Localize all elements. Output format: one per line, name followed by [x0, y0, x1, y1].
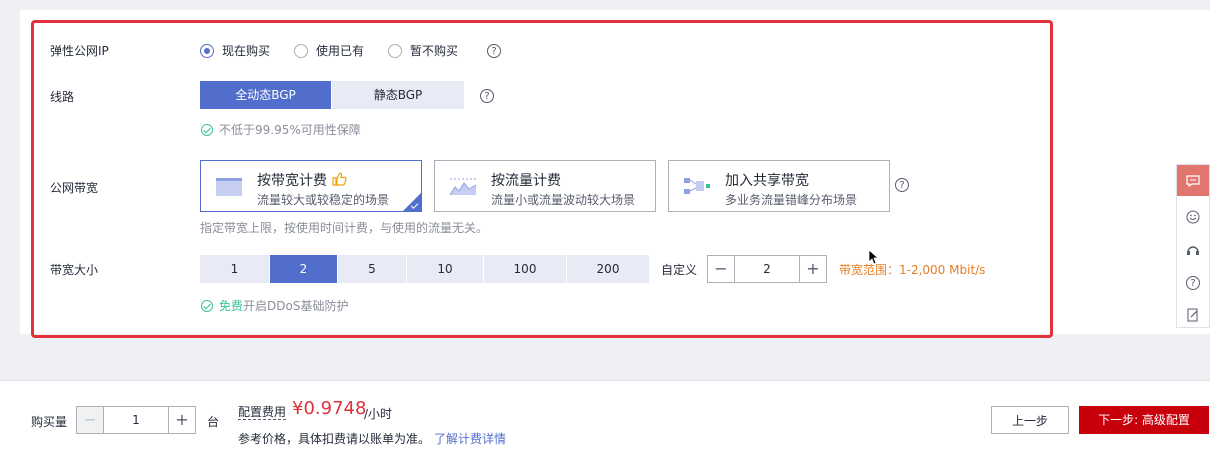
- bandwidth-size-label: 带宽大小: [50, 263, 99, 277]
- billing-card-title: 加入共享带宽: [725, 173, 809, 189]
- eip-option-use-existing[interactable]: 使用已有: [294, 42, 364, 59]
- traffic-chart-icon: [449, 178, 477, 196]
- eip-option-label: 使用已有: [316, 44, 365, 58]
- previous-step-button[interactable]: 上一步: [991, 406, 1069, 434]
- bandwidth-stepper[interactable]: − 2 +: [707, 255, 827, 283]
- billing-note: 指定带宽上限，按使用时间计费，与使用的流量无关。: [200, 221, 489, 235]
- eip-option-buy-now[interactable]: 现在购买: [200, 42, 270, 59]
- bandwidth-option-10[interactable]: 10: [407, 255, 483, 283]
- bandwidth-range-text: 带宽范围：1-2,000 Mbit/s: [839, 263, 986, 277]
- line-option-static-bgp[interactable]: 静态BGP: [332, 81, 464, 109]
- quantity-label: 购买量: [31, 415, 68, 429]
- billing-card-subtitle: 流量小或流量波动较大场景: [491, 193, 636, 207]
- shared-bandwidth-icon: [684, 178, 710, 194]
- quantity-input[interactable]: 1: [103, 407, 169, 433]
- plus-button[interactable]: +: [800, 256, 826, 282]
- billing-card-by-bandwidth[interactable]: 按带宽计费 流量较大或较稳定的场景: [200, 160, 422, 212]
- edit-note-icon[interactable]: [1177, 299, 1209, 331]
- bandwidth-option-1[interactable]: 1: [200, 255, 269, 283]
- headset-icon[interactable]: [1177, 235, 1209, 267]
- bandwidth-option-100[interactable]: 100: [484, 255, 566, 283]
- fee-label[interactable]: 配置费用: [238, 405, 287, 420]
- quantity-unit: 台: [207, 415, 220, 429]
- billing-card-subtitle: 流量较大或较稳定的场景: [257, 193, 390, 207]
- next-step-button[interactable]: 下一步: 高级配置: [1079, 406, 1209, 434]
- billing-card-subtitle: 多业务流量错峰分布场景: [725, 193, 858, 207]
- line-option-dynamic-bgp[interactable]: 全动态BGP: [200, 81, 331, 109]
- radio-icon: [388, 43, 402, 58]
- bandwidth-billing-label: 公网带宽: [50, 181, 99, 195]
- billing-card-shared-bandwidth[interactable]: 加入共享带宽 多业务流量错峰分布场景: [668, 160, 890, 212]
- check-circle-icon: [201, 299, 213, 312]
- ddos-note: 免费 开启DDoS基础防护: [201, 297, 348, 314]
- bandwidth-value-input[interactable]: 2: [734, 256, 800, 282]
- availability-note-text: 不低于99.95%可用性保障: [219, 123, 361, 137]
- minus-button[interactable]: −: [708, 256, 734, 282]
- billing-card-by-traffic[interactable]: 按流量计费 流量小或流量波动较大场景: [434, 160, 656, 212]
- check-circle-icon: [201, 123, 213, 136]
- ddos-text: 开启DDoS基础防护: [243, 299, 349, 313]
- price-value: ¥0.9748: [292, 398, 367, 419]
- pricing-details-link[interactable]: 了解计费详情: [434, 430, 506, 447]
- mouse-cursor-icon: [868, 249, 880, 265]
- line-label: 线路: [50, 90, 75, 104]
- eip-option-not-buy[interactable]: 暂不购买: [388, 42, 458, 59]
- bandwidth-option-200[interactable]: 200: [567, 255, 649, 283]
- radio-selected-icon: [200, 43, 214, 58]
- question-icon[interactable]: ?: [480, 89, 494, 103]
- reference-note: 参考价格，具体扣费请以账单为准。: [238, 432, 431, 446]
- feedback-chat-icon[interactable]: [1177, 165, 1209, 196]
- billing-card-title: 按带宽计费: [257, 173, 327, 189]
- ddos-free-text: 免费: [219, 299, 244, 313]
- smile-icon[interactable]: [1177, 201, 1209, 233]
- price-unit: /小时: [364, 407, 393, 421]
- custom-bandwidth-label: 自定义: [661, 263, 698, 277]
- minus-button[interactable]: −: [77, 407, 103, 433]
- eip-label: 弹性公网IP: [50, 44, 109, 58]
- quantity-stepper[interactable]: − 1 +: [76, 406, 196, 434]
- billing-card-title: 按流量计费: [491, 173, 561, 189]
- availability-note: 不低于99.95%可用性保障: [201, 121, 361, 138]
- question-icon[interactable]: ?: [895, 178, 909, 192]
- thumbs-up-icon: [332, 172, 347, 186]
- plus-button[interactable]: +: [169, 407, 195, 433]
- floating-toolbar: ?: [1176, 164, 1210, 328]
- eip-option-label: 暂不购买: [410, 44, 459, 58]
- radio-icon: [294, 43, 308, 58]
- bandwidth-option-5[interactable]: 5: [338, 255, 406, 283]
- help-icon[interactable]: ?: [1177, 267, 1209, 299]
- bandwidth-chart-icon: [216, 178, 242, 196]
- eip-option-label: 现在购买: [222, 44, 271, 58]
- question-icon[interactable]: ?: [487, 44, 501, 58]
- bandwidth-option-2[interactable]: 2: [270, 255, 337, 283]
